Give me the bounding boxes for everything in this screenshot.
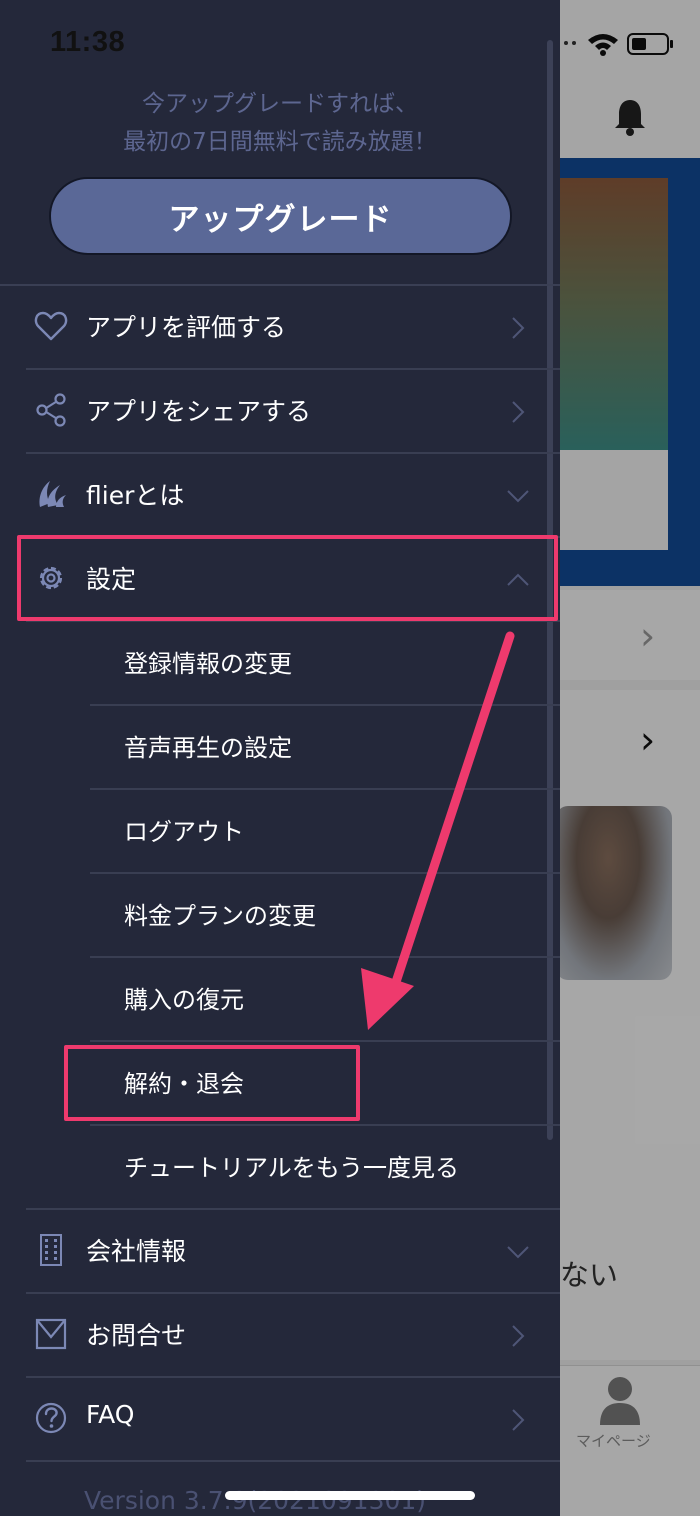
chevron-down-icon [507, 1246, 529, 1259]
building-icon [40, 1234, 62, 1266]
chevron-right-icon [512, 1409, 525, 1431]
submenu-item-change-plan[interactable]: 料金プランの変更 [90, 874, 560, 958]
share-icon [36, 393, 66, 427]
menu-item-label: FAQ [86, 1400, 135, 1429]
submenu-item-account-info[interactable]: 登録情報の変更 [90, 622, 560, 706]
heart-icon [34, 311, 68, 341]
submenu-item-label: 音声再生の設定 [124, 734, 292, 762]
submenu-item-label: 料金プランの変更 [124, 902, 316, 930]
menu-item-company-info[interactable]: 会社情報 [26, 1210, 560, 1294]
menu-item-contact[interactable]: お問合せ [26, 1294, 560, 1378]
chevron-down-icon [507, 490, 529, 503]
help-icon [35, 1402, 67, 1434]
menu-item-rate-app[interactable]: アプリを評価する [26, 286, 560, 370]
chevron-right-icon [512, 317, 525, 339]
menu-item-label: アプリをシェアする [86, 397, 312, 426]
menu-item-label: flierとは [86, 481, 185, 510]
flier-logo-icon [39, 481, 66, 507]
submenu-item-audio-settings[interactable]: 音声再生の設定 [90, 706, 560, 790]
home-indicator[interactable] [225, 1491, 475, 1500]
chevron-right-icon [512, 1325, 525, 1347]
submenu-item-logout[interactable]: ログアウト [90, 790, 560, 874]
status-time: 11:38 [50, 26, 126, 58]
chevron-right-icon [512, 401, 525, 423]
menu-item-faq[interactable]: FAQ [26, 1378, 560, 1462]
mail-icon [35, 1318, 67, 1350]
highlight-settings-box [17, 535, 558, 621]
highlight-cancel-account-box [64, 1045, 360, 1121]
upgrade-promo-text: 今アップグレードすれば、 最初の7日間無料で読み放題！ [0, 85, 560, 161]
menu-item-label: お問合せ [86, 1321, 187, 1350]
menu-item-label: アプリを評価する [86, 313, 287, 342]
upgrade-button[interactable]: アップグレード [49, 177, 512, 255]
submenu-item-restore-purchase[interactable]: 購入の復元 [90, 958, 560, 1042]
submenu-item-label: ログアウト [124, 818, 244, 846]
side-drawer: 11:38 今アップグレードすれば、 最初の7日間無料で読み放題！ アップグレー… [0, 0, 560, 1516]
promo-line-1: 今アップグレードすれば、 [142, 91, 418, 117]
menu-item-about-flier[interactable]: flierとは [26, 454, 560, 538]
submenu-item-label: チュートリアルをもう一度見る [124, 1154, 460, 1182]
menu-item-share-app[interactable]: アプリをシェアする [26, 370, 560, 454]
submenu-item-label: 購入の復元 [124, 986, 244, 1014]
submenu-item-label: 登録情報の変更 [124, 650, 292, 678]
submenu-item-tutorial[interactable]: チュートリアルをもう一度見る [26, 1126, 560, 1210]
promo-line-2: 最初の7日間無料で読み放題！ [123, 129, 437, 155]
menu-item-label: 会社情報 [86, 1237, 187, 1266]
